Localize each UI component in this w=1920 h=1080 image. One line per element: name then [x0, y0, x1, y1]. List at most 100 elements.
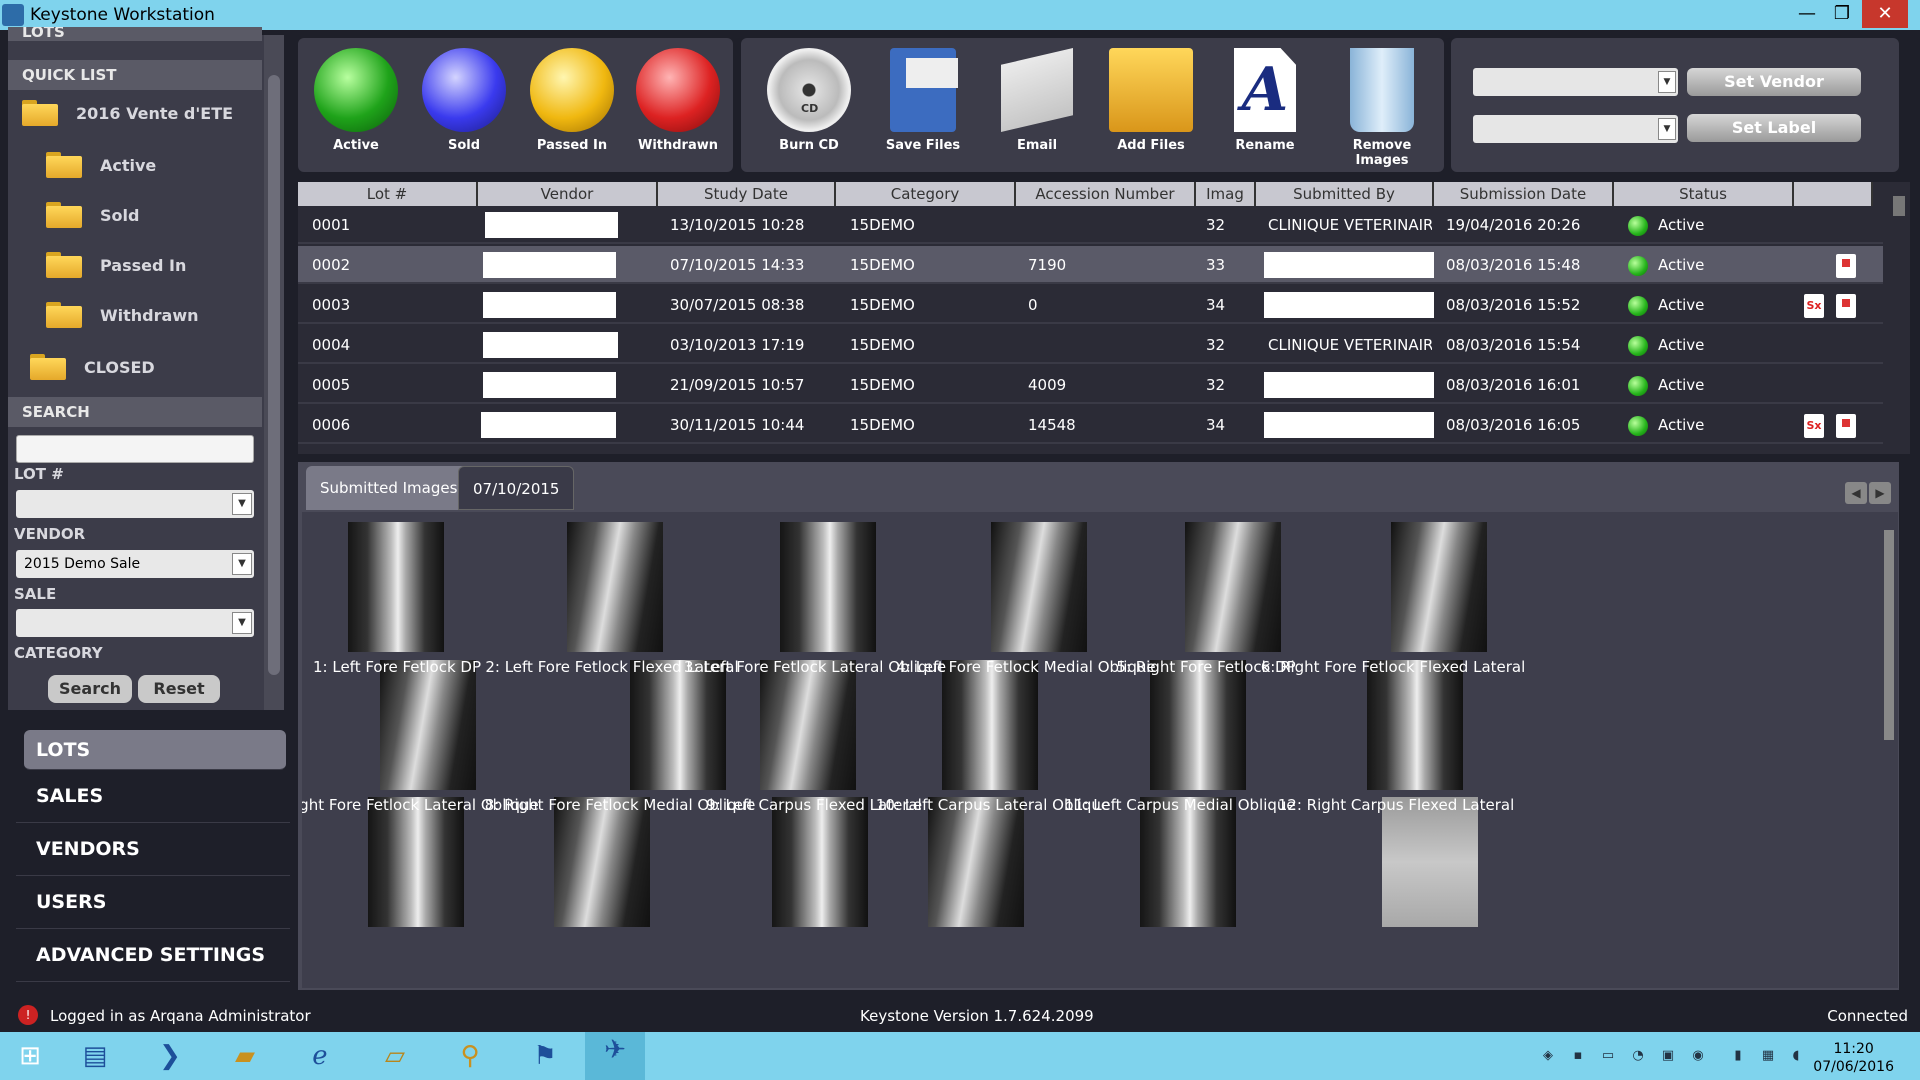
sidebar-scrollbar[interactable]	[264, 35, 284, 710]
next-arrow-icon[interactable]: ▶	[1869, 482, 1891, 504]
xray-thumbnail[interactable]	[1382, 797, 1478, 927]
save-files-button[interactable]: Save Files	[871, 48, 975, 153]
sync-icon[interactable]: ◉	[1690, 1048, 1706, 1064]
col-category[interactable]: Category	[836, 182, 1016, 206]
search-input[interactable]	[16, 435, 254, 463]
set-label-button[interactable]: Set Label	[1687, 114, 1861, 142]
col-submission-date[interactable]: Submission Date	[1434, 182, 1614, 206]
scroll-thumb[interactable]	[1884, 530, 1894, 740]
pdf-icon[interactable]	[1836, 294, 1856, 318]
email-button[interactable]: Email	[985, 48, 1089, 153]
pdf-icon[interactable]	[1836, 414, 1856, 438]
close-button[interactable]: ✕	[1862, 0, 1908, 28]
set-passed-in-button[interactable]: Passed In	[520, 48, 624, 153]
nav-advanced-settings[interactable]: ADVANCED SETTINGS	[16, 929, 290, 982]
table-row[interactable]: 0005 21/09/2015 10:57 15DEMO 4009 32 08/03/20…	[298, 366, 1883, 404]
folder-sold[interactable]: Sold	[46, 199, 139, 231]
images-scrollbar[interactable]	[1880, 512, 1898, 988]
tools-icon[interactable]: ▱	[375, 1038, 415, 1074]
nav-lots[interactable]: LOTS	[24, 730, 286, 770]
sx-icon[interactable]: Sx	[1804, 414, 1824, 438]
vendor-select[interactable]: 2015 Demo Sale ▼	[16, 550, 254, 578]
scroll-thumb[interactable]	[268, 75, 280, 675]
maps-icon[interactable]: ⚲	[450, 1038, 490, 1074]
xray-thumbnail[interactable]	[630, 660, 726, 790]
tray-icon[interactable]: ▪	[1570, 1048, 1586, 1064]
folder-active[interactable]: Active	[46, 149, 156, 181]
file-explorer-icon[interactable]: ▰	[225, 1038, 265, 1074]
minimize-button[interactable]: —	[1790, 0, 1824, 28]
xray-thumbnail[interactable]	[1150, 660, 1246, 790]
wifi-icon[interactable]: ◔	[1630, 1048, 1646, 1064]
server-manager-icon[interactable]: ▤	[75, 1038, 115, 1074]
col-extra[interactable]	[1794, 182, 1873, 206]
keystone-taskbar-icon[interactable]: ✈	[585, 1032, 645, 1080]
col-submitted-by[interactable]: Submitted By	[1256, 182, 1434, 206]
col-study-date[interactable]: Study Date	[658, 182, 836, 206]
folder-sale-2016[interactable]: 2016 Vente d'ETE	[22, 97, 233, 129]
table-row[interactable]: 0001 13/10/2015 10:28 15DEMO 32 CLINIQUE VET…	[298, 206, 1883, 244]
reset-button[interactable]: Reset	[138, 675, 220, 703]
nav-users[interactable]: USERS	[16, 876, 290, 929]
prev-arrow-icon[interactable]: ◀	[1845, 482, 1867, 504]
table-row[interactable]: 0003 30/07/2015 08:38 15DEMO 0 34 08/03/2016 …	[298, 286, 1883, 324]
shield-icon[interactable]: ◈	[1540, 1048, 1556, 1064]
remove-images-button[interactable]: Remove Images	[1327, 48, 1437, 168]
xray-thumbnail[interactable]	[928, 797, 1024, 927]
xray-thumbnail[interactable]	[348, 522, 444, 652]
table-row[interactable]: 0002 07/10/2015 14:33 15DEMO 7190 33 08/03/20…	[298, 246, 1883, 284]
xray-thumbnail[interactable]	[554, 797, 650, 927]
xray-thumbnail[interactable]	[991, 522, 1087, 652]
col-status[interactable]: Status	[1614, 182, 1794, 206]
nav-vendors[interactable]: VENDORS	[16, 823, 290, 876]
table-row[interactable]: 0006 30/11/2015 10:44 15DEMO 14548 34 08/03/2…	[298, 406, 1883, 444]
folder-closed[interactable]: CLOSED	[30, 351, 155, 383]
label-assign-select[interactable]: ▼	[1473, 115, 1678, 143]
add-files-button[interactable]: Add Files	[1099, 48, 1203, 153]
battery-icon[interactable]: ▮	[1730, 1048, 1746, 1064]
xray-thumbnail[interactable]	[368, 797, 464, 927]
col-accession[interactable]: Accession Number	[1016, 182, 1196, 206]
internet-explorer-icon[interactable]: ℯ	[300, 1038, 340, 1074]
set-active-button[interactable]: Active	[304, 48, 408, 153]
logout-icon[interactable]: !	[18, 1005, 38, 1025]
folder-withdrawn[interactable]: Withdrawn	[46, 299, 198, 331]
col-imag[interactable]: Imag	[1196, 182, 1256, 206]
table-scrollbar[interactable]	[1888, 182, 1910, 454]
volume-muted-icon[interactable]: ◖	[1788, 1048, 1804, 1064]
col-lot[interactable]: Lot #	[298, 182, 478, 206]
xray-thumbnail[interactable]	[1185, 522, 1281, 652]
xray-thumbnail[interactable]	[1367, 660, 1463, 790]
display-icon[interactable]: ▭	[1600, 1048, 1616, 1064]
folder-passed-in[interactable]: Passed In	[46, 249, 186, 281]
nav-sales[interactable]: SALES	[16, 770, 290, 823]
monitor-icon[interactable]: ▣	[1660, 1048, 1676, 1064]
lot-select[interactable]: ▼	[16, 490, 254, 518]
network-tray-icon[interactable]: ▦	[1760, 1048, 1776, 1064]
xray-thumbnail[interactable]	[780, 522, 876, 652]
sale-select[interactable]: ▼	[16, 609, 254, 637]
search-button[interactable]: Search	[48, 675, 132, 703]
clock[interactable]: 11:20 07/06/2016	[1813, 1040, 1894, 1076]
xray-thumbnail[interactable]	[1140, 797, 1236, 927]
xray-thumbnail[interactable]	[772, 797, 868, 927]
xray-thumbnail[interactable]	[380, 660, 476, 790]
rename-button[interactable]: A Rename	[1213, 48, 1317, 153]
powershell-icon[interactable]: ❯	[150, 1038, 190, 1074]
windows-start-icon[interactable]: ⊞	[10, 1038, 50, 1074]
tab-study-date[interactable]: 07/10/2015	[458, 466, 575, 510]
xray-thumbnail[interactable]	[567, 522, 663, 652]
xray-thumbnail[interactable]	[760, 660, 856, 790]
set-withdrawn-button[interactable]: Withdrawn	[626, 48, 730, 153]
network-icon[interactable]: ⚑	[525, 1038, 565, 1074]
tab-submitted-images[interactable]: Submitted Images	[306, 466, 472, 510]
xray-thumbnail[interactable]	[1391, 522, 1487, 652]
xray-thumbnail[interactable]	[942, 660, 1038, 790]
scroll-thumb[interactable]	[1893, 196, 1905, 216]
maximize-button[interactable]: ❐	[1825, 0, 1859, 28]
burn-cd-button[interactable]: CD Burn CD	[757, 48, 861, 153]
col-vendor[interactable]: Vendor	[478, 182, 658, 206]
set-sold-button[interactable]: Sold	[412, 48, 516, 153]
set-vendor-button[interactable]: Set Vendor	[1687, 68, 1861, 96]
sx-icon[interactable]: Sx	[1804, 294, 1824, 318]
